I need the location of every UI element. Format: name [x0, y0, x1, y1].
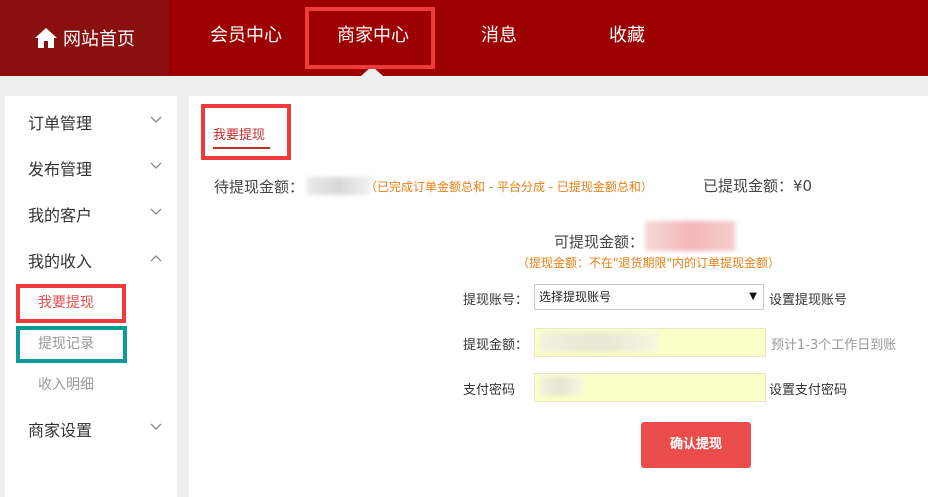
- sidebar-item-publish[interactable]: 发布管理: [28, 156, 92, 180]
- home-icon: [35, 28, 57, 48]
- amount-input-redacted: [539, 332, 659, 352]
- pending-amount-label: 待提现金额：: [214, 178, 305, 196]
- sidebar-item-income[interactable]: 我的收入: [28, 248, 92, 272]
- account-select[interactable]: 选择提现账号 ▼: [534, 284, 764, 310]
- tab-underline: [213, 147, 270, 149]
- available-amount-redacted: [645, 221, 735, 251]
- account-select-value: 选择提现账号: [539, 290, 612, 304]
- password-input-redacted: [539, 376, 583, 396]
- nav-home[interactable]: 网站首页: [0, 0, 169, 76]
- sidebar-item-merchant-settings[interactable]: 商家设置: [28, 417, 92, 441]
- amount-label: 提现金额：: [463, 338, 529, 353]
- active-nav-caret: [361, 66, 383, 76]
- sidebar-item-orders[interactable]: 订单管理: [28, 110, 92, 134]
- dropdown-arrow-icon: ▼: [749, 291, 757, 302]
- nav-messages[interactable]: 消息: [481, 0, 517, 76]
- tab-withdraw[interactable]: 我要提现: [213, 124, 265, 143]
- chevron-down-icon[interactable]: [150, 208, 162, 216]
- account-label: 提现账号：: [463, 293, 529, 308]
- nav-member-center[interactable]: 会员中心: [210, 0, 282, 76]
- top-nav: 网站首页 会员中心 商家中心 消息 收藏: [0, 0, 928, 76]
- sidebar-subitem-withdraw[interactable]: 我要提现: [38, 292, 94, 312]
- pending-amount-note: （已完成订单金额总和 - 平台分成 - 已提现金额总和）: [365, 180, 653, 194]
- set-account-link[interactable]: 设置提现账号: [769, 289, 847, 308]
- amount-hint: 预计1-3个工作日到账: [771, 338, 897, 353]
- confirm-withdraw-button[interactable]: 确认提现: [641, 422, 751, 468]
- main-panel: 我要提现 待提现金额： （已完成订单金额总和 - 平台分成 - 已提现金额总和）…: [189, 96, 928, 497]
- sidebar: 订单管理 发布管理 我的客户 我的收入 我要提现 提现记录 收入明细 商家设置: [5, 96, 177, 497]
- chevron-down-icon[interactable]: [150, 162, 162, 170]
- pending-amount-redacted: [307, 177, 371, 195]
- nav-merchant-center[interactable]: 商家中心: [337, 0, 409, 76]
- set-password-link[interactable]: 设置支付密码: [769, 379, 847, 398]
- password-label: 支付密码: [463, 383, 516, 398]
- nav-favorites[interactable]: 收藏: [609, 0, 645, 76]
- sidebar-subitem-withdraw-records[interactable]: 提现记录: [38, 333, 94, 353]
- available-amount-label: 可提现金额：: [554, 233, 645, 251]
- sidebar-subitem-income-details[interactable]: 收入明细: [38, 374, 94, 394]
- withdrawn-amount: 已提现金额：¥0: [703, 177, 813, 195]
- chevron-up-icon[interactable]: [150, 254, 162, 262]
- chevron-down-icon[interactable]: [150, 423, 162, 431]
- chevron-down-icon[interactable]: [150, 116, 162, 124]
- sidebar-item-customers[interactable]: 我的客户: [28, 202, 92, 226]
- available-amount-note: （提现金额：不在"退货期限"内的订单提现金额）: [517, 256, 781, 270]
- nav-home-label: 网站首页: [63, 29, 135, 50]
